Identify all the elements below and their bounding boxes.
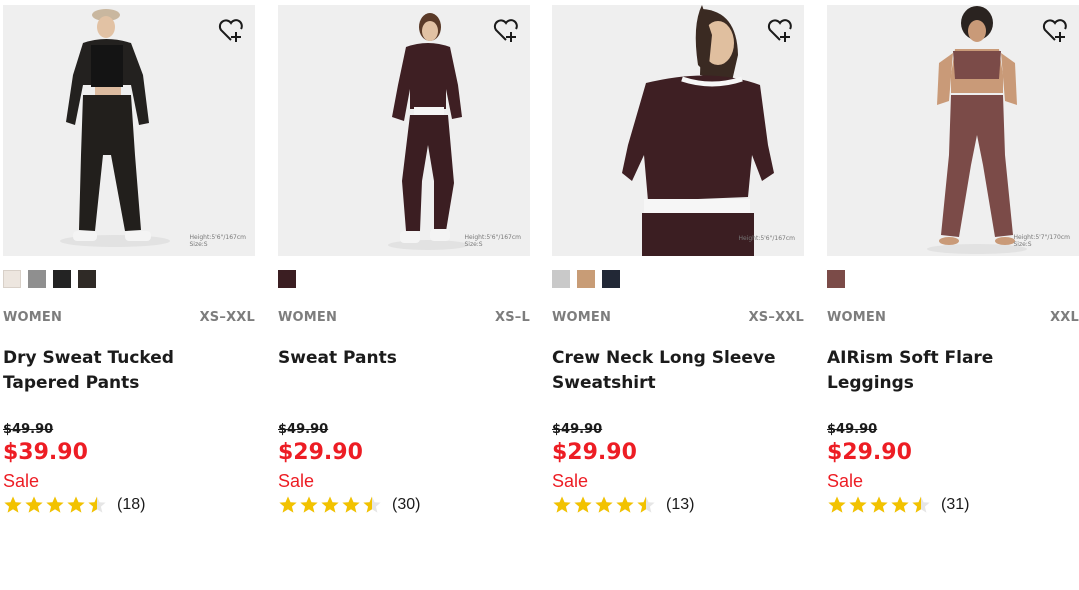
- product-name[interactable]: Sweat Pants: [278, 346, 530, 422]
- color-swatches: [3, 270, 255, 288]
- color-swatch[interactable]: [827, 270, 845, 288]
- star-half-icon: [912, 496, 930, 513]
- review-count[interactable]: (30): [392, 496, 420, 514]
- sale-flag: Sale: [827, 471, 864, 491]
- color-swatch[interactable]: [53, 270, 71, 288]
- star-half-icon: [637, 496, 655, 513]
- original-price: $49.90: [3, 422, 54, 437]
- review-count[interactable]: (18): [117, 496, 145, 514]
- star-full-icon: [616, 496, 634, 513]
- sale-flag: Sale: [552, 471, 589, 491]
- sale-price: $29.90: [552, 440, 637, 465]
- size-range: XS–XXL: [199, 310, 255, 325]
- product-name[interactable]: AIRism Soft Flare Leggings: [827, 346, 1079, 422]
- product-card[interactable]: Height:5'7"/170cm Size:S WOMEN XXL AIRism…: [827, 5, 1079, 516]
- star-rating: [278, 495, 382, 515]
- star-full-icon: [67, 496, 85, 513]
- gender-label: WOMEN: [3, 310, 63, 325]
- review-count[interactable]: (13): [666, 496, 694, 514]
- star-full-icon: [4, 496, 22, 513]
- original-price: $49.90: [278, 422, 329, 437]
- rating: (31): [827, 494, 1079, 516]
- sale-price: $39.90: [3, 440, 88, 465]
- model-caption: Height:5'7"/170cm Size:S: [1013, 234, 1070, 248]
- product-name[interactable]: Dry Sweat Tucked Tapered Pants: [3, 346, 255, 422]
- sale-price: $29.90: [278, 440, 363, 465]
- star-half-icon: [363, 496, 381, 513]
- color-swatch[interactable]: [28, 270, 46, 288]
- star-full-icon: [595, 496, 613, 513]
- product-image[interactable]: Height:5'6"/167cm Size:S: [278, 5, 530, 256]
- color-swatch[interactable]: [577, 270, 595, 288]
- heart-plus-icon[interactable]: [1040, 15, 1070, 45]
- gender-label: WOMEN: [827, 310, 887, 325]
- color-swatch[interactable]: [78, 270, 96, 288]
- star-full-icon: [279, 496, 297, 513]
- color-swatches: [827, 270, 1079, 288]
- color-swatch[interactable]: [602, 270, 620, 288]
- sale-flag: Sale: [278, 471, 315, 491]
- rating: (30): [278, 494, 530, 516]
- product-grid: Height:5'6"/167cm Size:S WOMEN XS–XXL Dry…: [0, 0, 1079, 590]
- rating: (13): [552, 494, 804, 516]
- star-full-icon: [849, 496, 867, 513]
- star-full-icon: [870, 496, 888, 513]
- product-card[interactable]: Height:5'6"/167cm WOMEN XS–XXL Crew Neck…: [552, 5, 804, 516]
- product-image[interactable]: Height:5'6"/167cm Size:S: [3, 5, 255, 256]
- star-rating: [552, 495, 656, 515]
- sale-flag: Sale: [3, 471, 40, 491]
- color-swatch[interactable]: [278, 270, 296, 288]
- model-caption: Height:5'6"/167cm: [738, 235, 795, 242]
- star-full-icon: [321, 496, 339, 513]
- size-range: XS–XXL: [748, 310, 804, 325]
- star-full-icon: [553, 496, 571, 513]
- heart-plus-icon[interactable]: [491, 15, 521, 45]
- review-count[interactable]: (31): [941, 496, 969, 514]
- gender-label: WOMEN: [552, 310, 612, 325]
- product-image[interactable]: Height:5'7"/170cm Size:S: [827, 5, 1079, 256]
- star-full-icon: [574, 496, 592, 513]
- size-range: XS–L: [495, 310, 530, 325]
- star-rating: [827, 495, 931, 515]
- color-swatch[interactable]: [552, 270, 570, 288]
- color-swatches: [278, 270, 530, 288]
- star-rating: [3, 495, 107, 515]
- star-full-icon: [342, 496, 360, 513]
- gender-label: WOMEN: [278, 310, 338, 325]
- star-full-icon: [891, 496, 909, 513]
- product-card[interactable]: Height:5'6"/167cm Size:S WOMEN XS–L Sweat…: [278, 5, 530, 516]
- model-caption: Height:5'6"/167cm Size:S: [189, 234, 246, 248]
- star-half-icon: [88, 496, 106, 513]
- product-image[interactable]: Height:5'6"/167cm: [552, 5, 804, 256]
- original-price: $49.90: [827, 422, 878, 437]
- original-price: $49.90: [552, 422, 603, 437]
- size-range: XXL: [1050, 310, 1079, 325]
- rating: (18): [3, 494, 255, 516]
- product-name[interactable]: Crew Neck Long Sleeve Sweatshirt: [552, 346, 804, 422]
- sale-price: $29.90: [827, 440, 912, 465]
- star-full-icon: [300, 496, 318, 513]
- product-card[interactable]: Height:5'6"/167cm Size:S WOMEN XS–XXL Dry…: [3, 5, 255, 516]
- heart-plus-icon[interactable]: [216, 15, 246, 45]
- star-full-icon: [828, 496, 846, 513]
- color-swatches: [552, 270, 804, 288]
- model-caption: Height:5'6"/167cm Size:S: [464, 234, 521, 248]
- heart-plus-icon[interactable]: [765, 15, 795, 45]
- star-full-icon: [25, 496, 43, 513]
- star-full-icon: [46, 496, 64, 513]
- color-swatch[interactable]: [3, 270, 21, 288]
